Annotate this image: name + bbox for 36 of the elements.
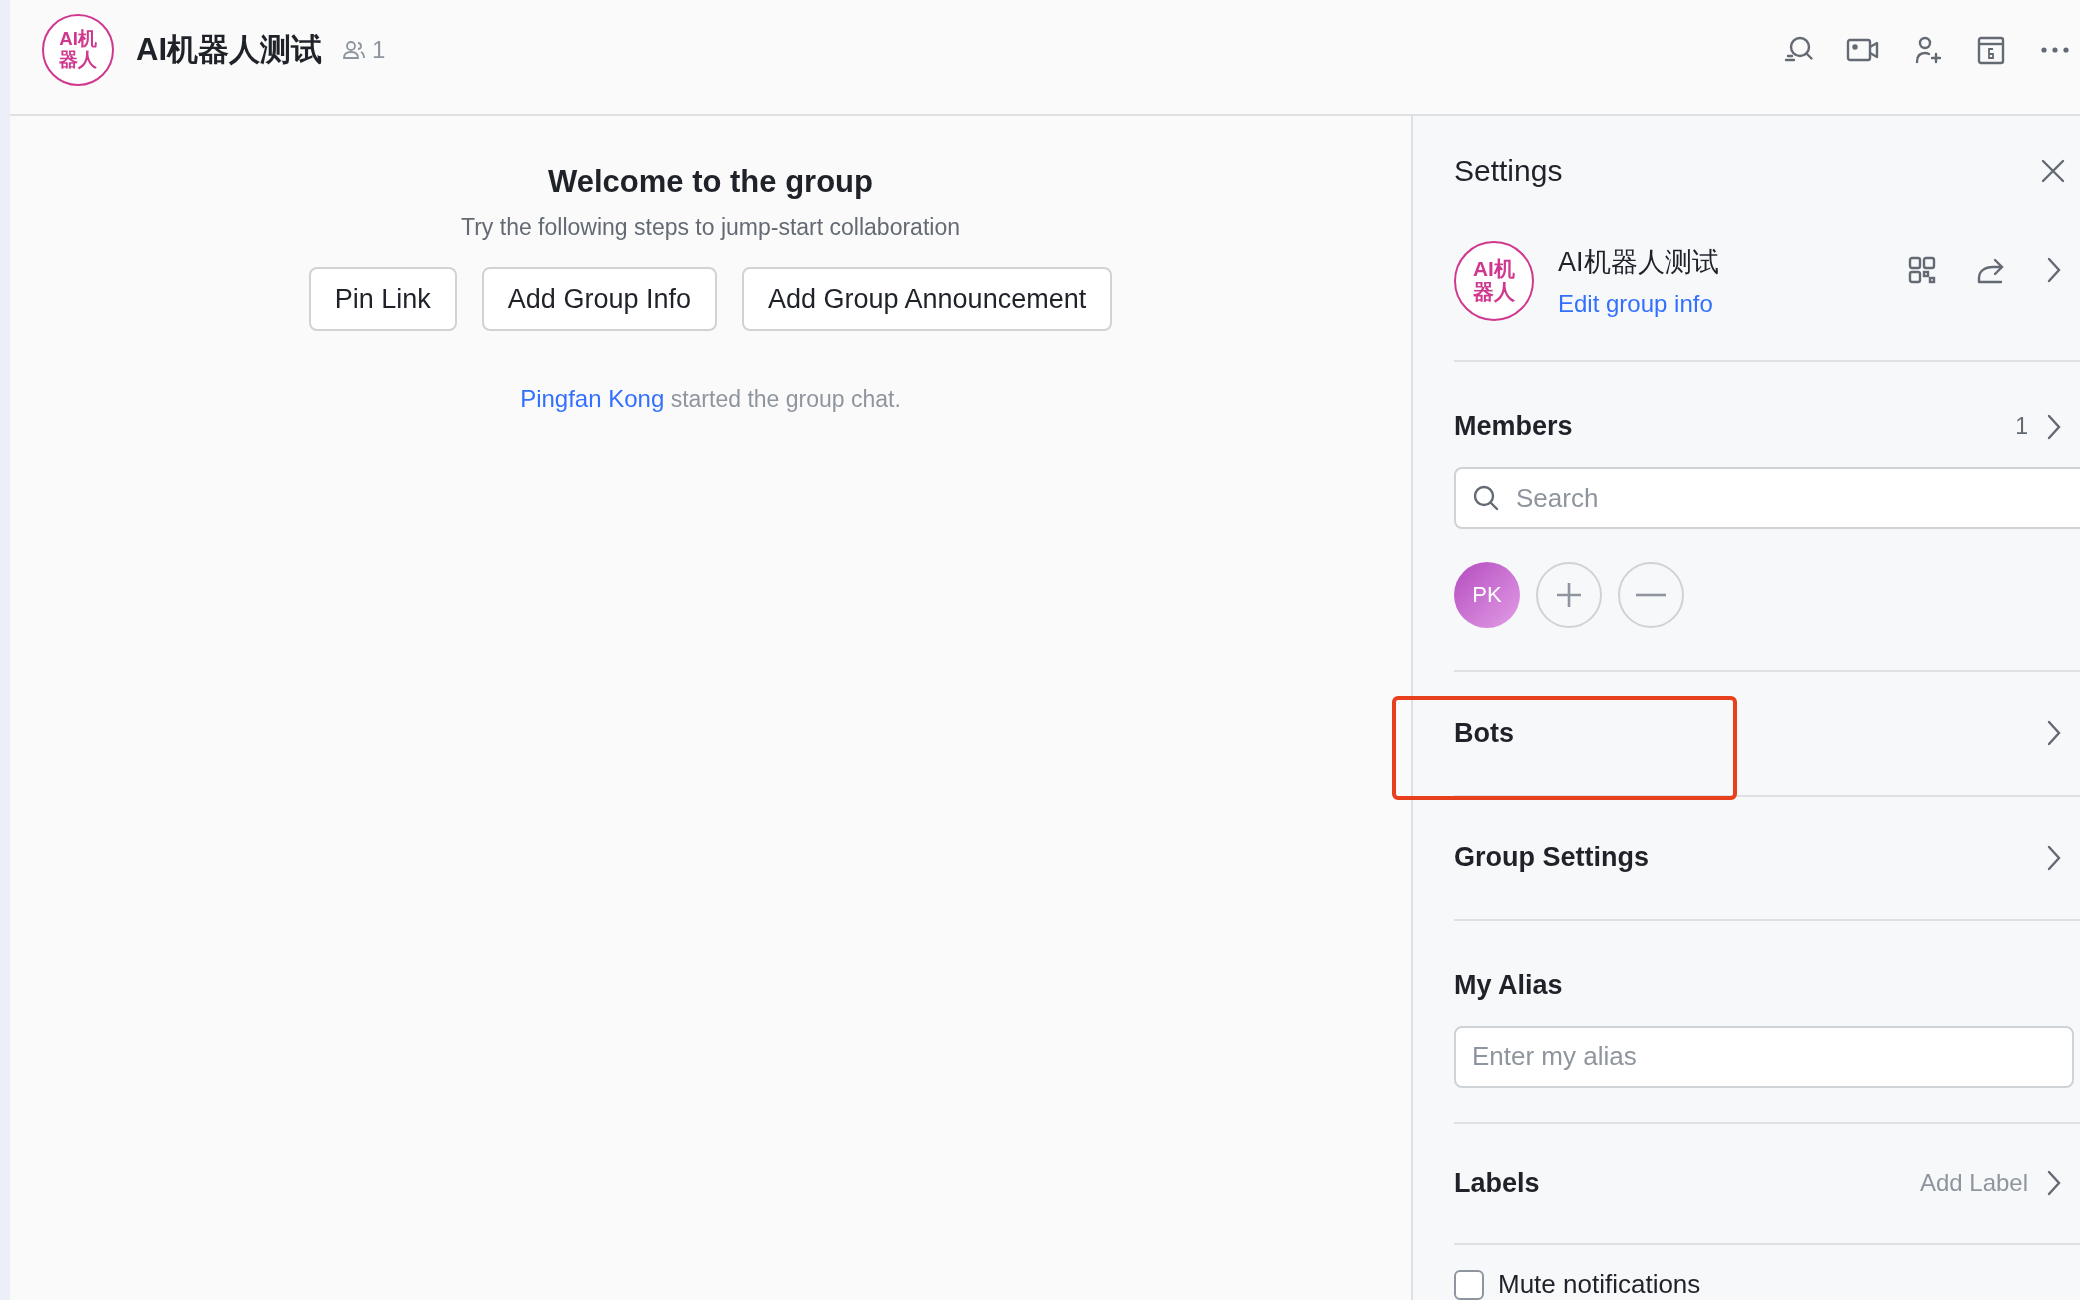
members-icon bbox=[342, 40, 366, 60]
qr-code-icon[interactable] bbox=[1908, 255, 1936, 284]
group-name: AI机器人测试 bbox=[1558, 246, 1719, 279]
plus-icon bbox=[1556, 582, 1582, 609]
chevron-right-icon bbox=[2046, 1169, 2062, 1198]
group-avatar: AI机器人 bbox=[42, 14, 114, 86]
welcome-title: Welcome to the group bbox=[548, 164, 873, 200]
chevron-right-icon bbox=[2046, 412, 2062, 441]
edit-group-link[interactable]: Edit group info bbox=[1558, 290, 1719, 318]
onboarding-button[interactable]: Add Group Info bbox=[481, 267, 717, 331]
chevron-right-icon bbox=[2046, 719, 2062, 748]
search-field[interactable]: Search bbox=[1454, 467, 2080, 530]
welcome-subtitle: Try the following steps to jump-start collaboration bbox=[461, 214, 960, 241]
group-avatar: AI机器人 bbox=[1454, 241, 1534, 321]
onboarding-button[interactable]: Pin Link bbox=[308, 267, 457, 331]
section-title: Members bbox=[1454, 411, 1573, 443]
mute-label: Mute notifications bbox=[1498, 1269, 1701, 1300]
system-message: Pingfan Kong started the group chat. bbox=[520, 385, 901, 413]
chevron-right-icon bbox=[2046, 843, 2062, 872]
mute-checkbox[interactable] bbox=[1454, 1269, 1484, 1300]
section-title: My Alias bbox=[1454, 969, 1563, 1001]
search-input[interactable]: Search bbox=[1514, 481, 2078, 515]
section-title: Labels bbox=[1454, 1167, 1540, 1199]
add-member-button[interactable] bbox=[1536, 562, 1602, 629]
chevron-right-icon bbox=[2046, 255, 2062, 284]
search-icon bbox=[1472, 484, 1500, 513]
minus-icon bbox=[1636, 593, 1666, 598]
panel-title: Settings bbox=[1454, 153, 1563, 188]
alias-field[interactable]: Enter my alias bbox=[1454, 1025, 2074, 1088]
onboarding-button[interactable]: Add Group Announcement bbox=[741, 267, 1113, 331]
section-title[interactable]: Group Settings bbox=[1454, 842, 1649, 874]
section-title[interactable]: Bots bbox=[1454, 717, 1514, 749]
user-link[interactable]: Pingfan Kong bbox=[520, 385, 665, 412]
member-count: 1 bbox=[372, 36, 386, 64]
member-count: 1 bbox=[2015, 413, 2028, 441]
group-title: AI机器人测试 bbox=[136, 31, 322, 69]
